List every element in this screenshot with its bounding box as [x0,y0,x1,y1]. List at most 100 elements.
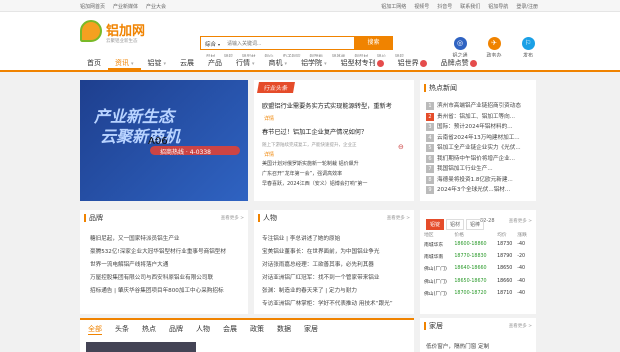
category-tab[interactable]: 全部 [88,324,102,335]
hot-news-item[interactable]: 4 云南省2024年13万吨建材加工... [426,133,520,142]
topbar-link[interactable]: 抖音号 [437,3,452,10]
nav-item[interactable]: 铝型材专刊 [334,57,391,70]
bottom-right-more-link[interactable]: 查看更多 > [509,323,532,329]
hot-news-item[interactable]: 7 我国铝加工行业生产... [426,164,493,173]
chevron-down-icon: ▾ [131,61,134,67]
topbar-link[interactable]: 视频号 [414,3,429,10]
hot-news-item[interactable]: 8 海德曼将投资1.8亿欧元新建... [426,175,513,184]
topbar-link[interactable]: 铝加工网络 [381,3,406,10]
topbar-link[interactable]: 铝加导航 [488,3,508,10]
header-shortcut[interactable]: ◎ 铝之通 [450,37,470,59]
nav-item[interactable]: 铝世界 [391,57,434,70]
category-tab[interactable]: 人物 [196,324,210,335]
category-tab[interactable]: 头条 [115,324,129,335]
top-news-label: 行业头条 [257,82,295,93]
search-type-select[interactable]: 综合 ▾ [205,40,220,48]
price-tab[interactable]: 铝锭 [426,219,445,230]
logo-icon[interactable] [80,20,102,42]
top-news-headline-2[interactable]: 春节已过！铝加工企业复产情况如何？ [262,127,367,136]
brand-title: 品牌 [84,214,103,222]
category-tab[interactable]: 家居 [304,324,318,335]
top-news-headline-1[interactable]: 欧盟铝行业需要务实方式实现能源转型，重新考 [262,101,392,110]
banner-caption: A06 [148,136,168,147]
top-news-list-item[interactable]: 广东召开“龙年第一会”，强调高效率 [262,170,342,177]
brand-news-item[interactable]: 豪腾532亿!深家企业大冠华铝型材行业重事号商铝型材 [90,247,244,255]
nav-item-label: 资讯 [115,59,129,67]
nav-item[interactable]: 商机 ▾ [262,57,295,70]
header-shortcut[interactable]: ⚐ 发布 [518,37,538,59]
hot-news-item[interactable]: 5 铝加工全产业链企业实力《光伏... [426,143,521,152]
people-more-link[interactable]: 查看更多 > [387,215,410,221]
nav-item[interactable]: 资讯 ▾ [108,57,141,70]
hot-badge-icon [376,59,384,67]
brand-more-link[interactable]: 查看更多 > [221,215,244,221]
people-news-item[interactable]: 专注铝业 | 李总讲述了她的原始 [262,234,410,242]
category-tab[interactable]: 品牌 [169,324,183,335]
topbar-link[interactable]: 产业新媒体 [113,3,138,10]
price-row[interactable]: 南城华东 18600-18860 18730 -40 [424,238,530,250]
shortcut-icon: ✈ [487,37,501,50]
people-news-item[interactable]: 宝美铝业董事长：在世界面前，为中国铝业争光 [262,247,410,255]
chevron-down-icon: ▾ [252,61,255,67]
price-table: 地区 价格 均价 涨跌 南城华东 18600-18860 18730 -40 南城华南 1877… [424,230,530,300]
hot-news-item[interactable]: 6 我们期待中午铝价将增产企业... [426,154,515,163]
people-news-item[interactable]: 张渊：制造业的春天来了 | 定力与耐力 [262,286,410,294]
topbar-link[interactable]: 产业大会 [146,3,166,10]
topbar-link[interactable]: 铝加网首页 [80,3,105,10]
hot-news-item[interactable]: 9 2024年3个全球光伏...铝材... [426,185,510,194]
category-tab[interactable]: 政策 [250,324,264,335]
brand-news-item[interactable]: 糖旧尼起，又一国家特派员铝生产业 [90,234,244,242]
price-avg: 18790 [497,254,513,260]
topbar-link[interactable]: 登录/注册 [516,3,538,10]
people-news-item[interactable]: 对话亚洲铝厂红冠军：找不到一个管家带来铝业 [262,273,410,281]
rank-badge: 1 [426,102,434,110]
nav-item[interactable]: 品牌点赞 [434,57,484,70]
price-more-link[interactable]: 查看更多 > [509,218,532,224]
brand-news-item[interactable]: 万屋控股集团有限公司与西安科原铝业有限公司联 [90,273,244,281]
people-news-item[interactable]: 对话张雨嘉总经理：工欲善其事，必先利其器 [262,260,410,268]
top-news-list-item[interactable]: 早春喜跃，2024江西（安义）铝博会打响“第一 [262,180,367,187]
hot-news-item[interactable]: 2 贵州省：铝加工、铝加工等向... [426,112,515,121]
top-news-tag-2[interactable]: 详情 [264,151,274,158]
header-shortcut[interactable]: ✈ 政务办 [484,37,504,59]
category-tab[interactable]: 热点 [142,324,156,335]
price-row[interactable]: 佛山(厂门) 18650-18670 18660 -40 [424,275,530,287]
price-row[interactable]: 佛山(厂门) 18700-18720 18710 -40 [424,288,530,300]
category-tab[interactable]: 数据 [277,324,291,335]
bottom-right-item[interactable]: 低价窗户，隔热门窗 定制 [426,342,489,350]
top-news-desc-2: 随上下游陆续完成复工，产能快速提升，企业正 [262,143,357,148]
top-news-tag-1[interactable]: 详情 [264,115,274,122]
chevron-down-icon: ▾ [218,42,221,47]
brand-news-item[interactable]: 世界一流电解铝产线将落户大通 [90,260,244,268]
nav-item[interactable]: 云展 [173,57,201,70]
hot-news-text: 云南省2024年13万吨建材加工... [437,134,520,141]
nav-item[interactable]: 行情 ▾ [229,57,262,70]
price-row[interactable]: 佛山(厂门) 18640-18660 18650 -40 [424,263,530,275]
price-region: 南城华东 [424,242,444,248]
search-input[interactable] [227,39,347,48]
hot-news-text: 国际：预计2024年铝材料的... [437,124,513,130]
price-change: -40 [517,291,526,297]
news-thumbnail[interactable] [86,342,196,352]
nav-item[interactable]: 产品 [201,57,229,70]
price-row[interactable]: 南城华南 18770-18830 18790 -20 [424,250,530,262]
nav-item[interactable]: 铝学院 ▾ [294,57,334,70]
price-tab[interactable]: 铝材 [446,219,465,230]
top-news-list-item[interactable]: 美国计划对俄罗斯实施新一轮制裁 铝价飙升 [262,160,359,167]
category-tab[interactable]: 会展 [223,324,237,335]
price-region: 南城华南 [424,255,444,261]
search-button[interactable]: 搜索 [354,36,393,50]
nav-item[interactable]: 首页 [80,57,108,70]
price-tab[interactable]: 铝棒 [466,219,485,230]
shortcut-icon: ⚐ [521,37,535,50]
collapse-icon[interactable]: ⊖ [398,143,404,151]
hot-news-text: 海德曼将投资1.8亿欧元新建... [437,176,513,183]
hot-news-item[interactable]: 1 滨州市高端铝产业链招商引资动态 [426,101,521,110]
hot-news-item[interactable]: 3 国际：预计2024年铝材料的... [426,122,513,131]
logo-name[interactable]: 铝加网 [106,20,145,39]
topbar-link[interactable]: 联系我们 [460,3,480,10]
nav-item-label: 行情 [236,59,251,67]
nav-item[interactable]: 铝锭 ▾ [141,57,174,70]
people-news-item[interactable]: 专访亚洲铝厂林掌柜：学好不代表推动 用技术“跟光” [262,299,410,307]
brand-news-item[interactable]: 招标通告 | 肇庆华谷集团项目年800加工中心采购招标 [90,286,244,294]
